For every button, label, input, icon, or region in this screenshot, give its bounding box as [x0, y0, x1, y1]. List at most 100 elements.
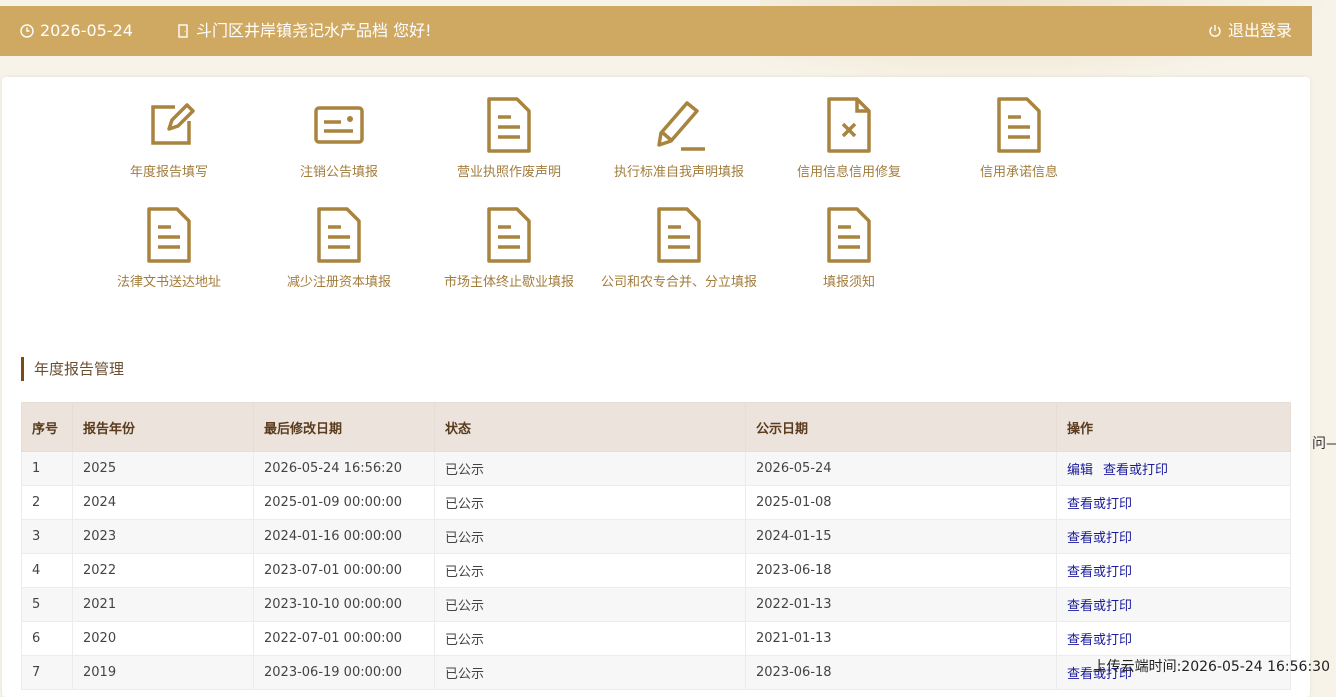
edit-icon	[151, 103, 195, 145]
func-label: 填报须知	[822, 275, 875, 290]
date-text: 2026-05-24	[40, 21, 133, 40]
func-credit-repair[interactable]: 信用信息信用修复	[764, 95, 934, 195]
door-icon	[178, 24, 188, 38]
view-print-link[interactable]: 查看或打印	[1067, 599, 1132, 614]
view-print-link[interactable]: 查看或打印	[1067, 633, 1132, 648]
power-icon	[1209, 25, 1221, 37]
cell-year: 2024	[72, 485, 254, 520]
cell-status: 已公示	[434, 655, 746, 690]
func-legal-address[interactable]: 法律文书送达地址	[84, 205, 254, 305]
col-header-pubdate: 公示日期	[745, 402, 1057, 452]
cell-ops: 查看或打印	[1056, 519, 1291, 554]
pencil-icon	[657, 101, 705, 151]
cell-status: 已公示	[434, 621, 746, 656]
func-capital-reduction[interactable]: 减少注册资本填报	[254, 205, 424, 305]
edit-link[interactable]: 编辑	[1067, 463, 1093, 478]
document-icon	[997, 97, 1041, 153]
cell-ops: 查看或打印	[1056, 621, 1291, 656]
cell-year: 2023	[72, 519, 254, 554]
func-standard-declaration[interactable]: 执行标准自我声明填报	[594, 95, 764, 195]
main-panel: 年度报告填写 注销公告填报 营业执照作废声明 执行标准自我声明填报 信用信息信用…	[2, 77, 1310, 697]
cell-modified: 2023-07-01 00:00:00	[253, 553, 435, 588]
func-filing-notice[interactable]: 填报须知	[764, 205, 934, 305]
cell-no: 3	[21, 519, 73, 554]
col-header-year: 报告年份	[72, 402, 254, 452]
cell-modified: 2023-10-10 00:00:00	[253, 587, 435, 622]
document-icon	[487, 207, 531, 263]
col-header-ops: 操作	[1056, 402, 1291, 452]
func-business-termination[interactable]: 市场主体终止歇业填报	[424, 205, 594, 305]
cell-no: 7	[21, 655, 73, 690]
view-print-link[interactable]: 查看或打印	[1103, 463, 1168, 478]
annual-report-table: 序号 报告年份 最后修改日期 状态 公示日期 操作 1 2025 2026-05…	[21, 402, 1291, 690]
func-label: 注销公告填报	[299, 165, 378, 180]
document-icon	[487, 97, 531, 153]
cell-no: 1	[21, 451, 73, 486]
func-label: 执行标准自我声明填报	[613, 165, 744, 180]
func-credit-commitment[interactable]: 信用承诺信息	[934, 95, 1104, 195]
func-license-void[interactable]: 营业执照作废声明	[424, 95, 594, 195]
func-label: 公司和农专合并、分立填报	[600, 275, 757, 290]
cell-no: 2	[21, 485, 73, 520]
func-label: 市场主体终止歇业填报	[443, 275, 574, 290]
document-x-icon	[827, 97, 871, 153]
func-label: 信用承诺信息	[979, 165, 1058, 180]
cell-pubdate: 2025-01-08	[745, 485, 1057, 520]
cell-pubdate: 2023-06-18	[745, 655, 1057, 690]
cell-status: 已公示	[434, 587, 746, 622]
table-row: 4 2022 2023-07-01 00:00:00 已公示 2023-06-1…	[21, 553, 1291, 588]
func-label: 营业执照作废声明	[456, 165, 561, 180]
table-row: 6 2020 2022-07-01 00:00:00 已公示 2021-01-1…	[21, 621, 1291, 656]
cell-pubdate: 2026-05-24	[745, 451, 1057, 486]
view-print-link[interactable]: 查看或打印	[1067, 531, 1132, 546]
func-cancel-notice[interactable]: 注销公告填报	[254, 95, 424, 195]
view-print-link[interactable]: 查看或打印	[1067, 565, 1132, 580]
cell-year: 2025	[72, 451, 254, 486]
cell-ops: 查看或打印	[1056, 587, 1291, 622]
document-icon	[827, 207, 871, 263]
cell-modified: 2025-01-09 00:00:00	[253, 485, 435, 520]
cell-year: 2019	[72, 655, 254, 690]
cell-modified: 2024-01-16 00:00:00	[253, 519, 435, 554]
cell-pubdate: 2021-01-13	[745, 621, 1057, 656]
table-row: 5 2021 2023-10-10 00:00:00 已公示 2022-01-1…	[21, 587, 1291, 622]
table-row: 1 2025 2026-05-24 16:56:20 已公示 2026-05-2…	[21, 451, 1291, 486]
table-row: 3 2023 2024-01-16 00:00:00 已公示 2024-01-1…	[21, 519, 1291, 554]
logout-button[interactable]: 退出登录	[1208, 6, 1292, 56]
cell-no: 5	[21, 587, 73, 622]
cell-status: 已公示	[434, 451, 746, 486]
func-label: 减少注册资本填报	[286, 275, 391, 290]
cell-modified: 2026-05-24 16:56:20	[253, 451, 435, 486]
document-icon	[147, 207, 191, 263]
id-card-icon	[314, 106, 364, 144]
cell-year: 2021	[72, 587, 254, 622]
func-annual-report[interactable]: 年度报告填写	[84, 95, 254, 195]
col-header-no: 序号	[21, 402, 73, 452]
document-icon	[657, 207, 701, 263]
cell-year: 2022	[72, 553, 254, 588]
top-bar: 2026-05-24 斗门区井岸镇尧记水产品档 您好! 退出登录	[0, 6, 1312, 56]
cell-modified: 2022-07-01 00:00:00	[253, 621, 435, 656]
cell-no: 4	[21, 553, 73, 588]
date-display: 2026-05-24	[20, 6, 133, 56]
col-header-modified: 最后修改日期	[253, 402, 435, 452]
func-merger-split[interactable]: 公司和农专合并、分立填报	[594, 205, 764, 305]
view-print-link[interactable]: 查看或打印	[1067, 497, 1132, 512]
greeting: 斗门区井岸镇尧记水产品档 您好!	[176, 6, 432, 56]
col-header-status: 状态	[434, 402, 746, 452]
cell-status: 已公示	[434, 553, 746, 588]
func-label: 信用信息信用修复	[796, 165, 901, 180]
logout-label: 退出登录	[1227, 21, 1292, 40]
cell-status: 已公示	[434, 519, 746, 554]
cell-ops: 编辑 查看或打印	[1056, 451, 1291, 486]
cell-pubdate: 2024-01-15	[745, 519, 1057, 554]
func-label: 法律文书送达地址	[116, 275, 221, 290]
section-title: 年度报告管理	[21, 357, 124, 381]
side-help-text: 问—	[1312, 436, 1336, 452]
clock-icon	[20, 24, 34, 38]
upload-time: 上传云端时间:2026-05-24 16:56:30	[1092, 659, 1330, 675]
table-row: 2 2024 2025-01-09 00:00:00 已公示 2025-01-0…	[21, 485, 1291, 520]
func-label: 年度报告填写	[129, 165, 208, 180]
document-icon	[317, 207, 361, 263]
cell-no: 6	[21, 621, 73, 656]
